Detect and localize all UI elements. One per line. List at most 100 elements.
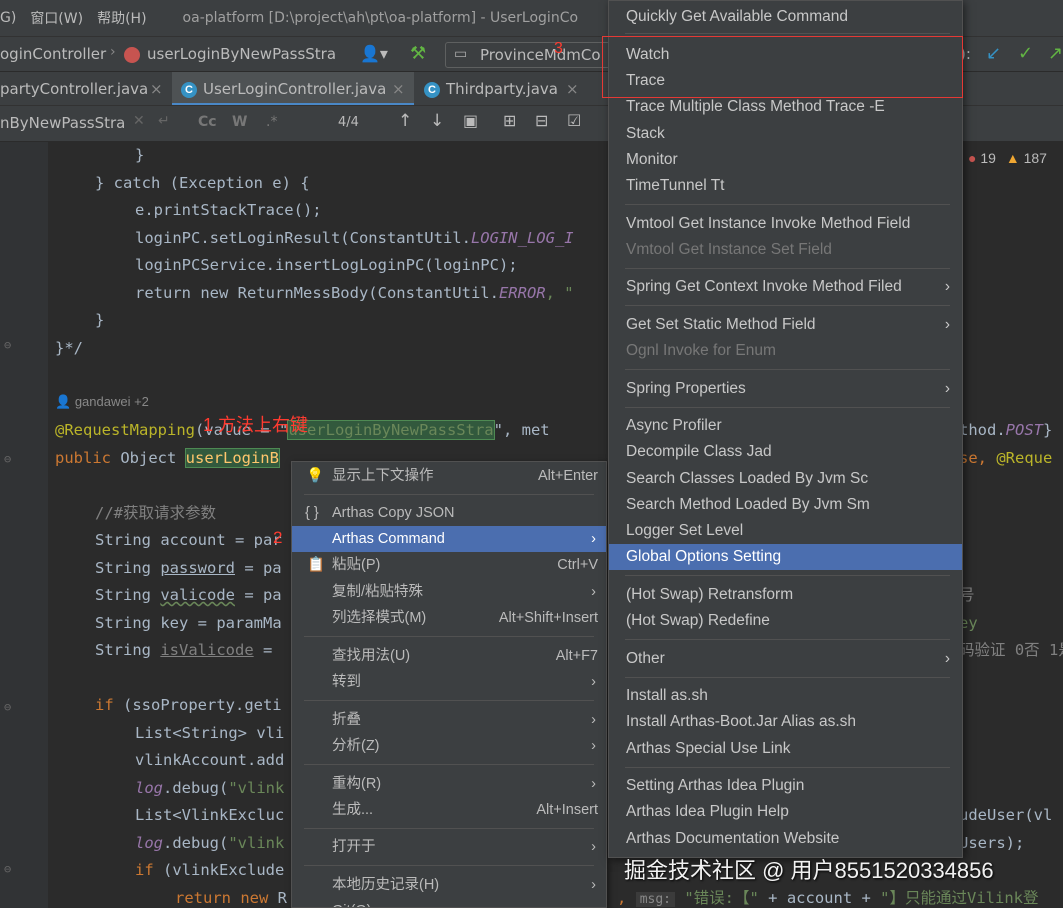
submenu-item-stack[interactable]: Stack — [609, 121, 962, 147]
code-line-bottom: , msg: "错误:【" + account + "】只能通过Vilink登 — [617, 889, 1039, 907]
submenu-item-quickly-get-command[interactable]: Quickly Get Available Command — [609, 4, 962, 30]
arrow-up-icon[interactable]: ↑ — [398, 111, 412, 131]
submenu-item-monitor[interactable]: Monitor — [609, 147, 962, 173]
lightbulb-icon: 💡 — [306, 468, 325, 484]
submenu-item-spring-properties[interactable]: Spring Properties › — [609, 376, 962, 402]
filter-icon[interactable]: ☑ — [567, 111, 581, 130]
code-line: } catch (Exception e) { — [95, 174, 310, 192]
code-line: List<VlinkExcluc — [135, 806, 285, 824]
user-icon[interactable]: 👤▾ — [360, 44, 388, 63]
code-line-right: udeUser(vl — [959, 806, 1053, 824]
tab-label: UserLoginController.java — [203, 80, 387, 98]
close-icon[interactable]: × — [392, 72, 405, 105]
menu-item-find-usages[interactable]: 查找用法(U) Alt+F7 — [292, 643, 606, 669]
menu-item-git[interactable]: Git(G)› — [292, 898, 606, 907]
submenu-item-special-use-link[interactable]: Arthas Special Use Link — [609, 736, 962, 762]
tab-thirdparty[interactable]: C Thirdparty.java × — [414, 72, 594, 105]
tab-user-login-controller[interactable]: C UserLoginController.java × — [172, 72, 414, 105]
person-icon: 👤 — [55, 394, 75, 409]
vcs-update-icon[interactable]: ↙ — [986, 43, 1001, 64]
submenu-item-install-as[interactable]: Install as.sh — [609, 683, 962, 709]
method-icon — [124, 47, 140, 63]
chevron-right-icon: › — [591, 776, 596, 792]
menu-item-open-in[interactable]: 打开于 › — [292, 834, 606, 860]
add-occurrence-icon[interactable]: ⊞ — [503, 111, 516, 130]
submenu-item-global-options[interactable]: Global Options Setting — [609, 544, 962, 570]
submenu-item-vmtool-set-field: Vmtool Get Instance Set Field — [626, 241, 832, 258]
fold-icon[interactable]: ⊖ — [4, 338, 11, 352]
match-case-toggle[interactable]: Cc — [198, 114, 217, 130]
close-icon[interactable]: × — [566, 72, 579, 105]
code-line: return new ReturnMessBody(ConstantUtil.E… — [135, 284, 574, 302]
warning-icon: ▲ — [1005, 150, 1020, 166]
menu-item-paste[interactable]: 📋 粘贴(P) Ctrl+V — [292, 552, 606, 578]
submenu-item-search-classes[interactable]: Search Classes Loaded By Jvm Sc — [609, 466, 962, 492]
menu-item-window[interactable]: 窗口(W) — [30, 8, 83, 28]
submenu-item-documentation[interactable]: Arthas Documentation Website — [609, 826, 962, 852]
fold-icon[interactable]: ⊖ — [4, 700, 11, 714]
annotation-step2: 2 — [273, 528, 283, 547]
chevron-right-icon: › — [591, 584, 596, 600]
vcs-push-icon[interactable]: ↗ — [1048, 43, 1063, 64]
submenu-item-vmtool-invoke[interactable]: Vmtool Get Instance Invoke Method Field — [609, 211, 962, 237]
menu-item-paste-special[interactable]: 复制/粘贴特殊 › — [292, 579, 606, 605]
menu-item-g[interactable]: G) — [0, 10, 16, 26]
hammer-icon[interactable]: ⚒ — [410, 43, 426, 64]
menu-item-column-selection[interactable]: 列选择模式(M) Alt+Shift+Insert — [292, 605, 606, 631]
error-count: 19 — [980, 150, 996, 166]
menu-item-help[interactable]: 帮助(H) — [97, 8, 146, 28]
menu-item-folding[interactable]: 折叠 › — [292, 707, 606, 733]
find-input[interactable]: nByNewPassStra — [0, 114, 125, 132]
tab-party-controller[interactable]: partyController.java × — [0, 72, 172, 105]
submenu-item-plugin-help[interactable]: Arthas Idea Plugin Help — [609, 799, 962, 825]
arrow-down-icon[interactable]: ↓ — [430, 111, 444, 131]
submenu-item-search-method[interactable]: Search Method Loaded By Jvm Sm — [609, 492, 962, 518]
menu-item-analyze[interactable]: 分析(Z) › — [292, 733, 606, 759]
breadcrumb-class[interactable]: oginController — [0, 45, 106, 63]
submenu-item-timetunnel[interactable]: TimeTunnel Tt — [609, 173, 962, 199]
menu-item-arthas-command[interactable]: Arthas Command › — [292, 526, 606, 552]
menu-separator — [304, 636, 594, 637]
fold-icon[interactable]: ⊖ — [4, 862, 11, 876]
submenu-item-decompile-jad[interactable]: Decompile Class Jad — [609, 439, 962, 465]
chevron-right-icon: › — [591, 738, 596, 754]
chevron-right-icon: › — [591, 839, 596, 855]
remove-occurrence-icon[interactable]: ⊟ — [535, 111, 548, 130]
submenu-item-ognl-enum: Ognl Invoke for Enum — [626, 342, 776, 359]
close-icon[interactable]: × — [150, 72, 163, 105]
submenu-item-setting-plugin[interactable]: Setting Arthas Idea Plugin — [609, 773, 962, 799]
clear-icon[interactable]: ✕ — [133, 113, 145, 129]
menu-item-goto[interactable]: 转到 › — [292, 669, 606, 695]
vcs-commit-icon[interactable]: ✓ — [1018, 43, 1033, 64]
chevron-right-icon: › — [591, 531, 596, 547]
run-config-selector[interactable]: ▭ ProvinceMdmCo — [445, 42, 615, 68]
newline-icon[interactable]: ↵ — [158, 113, 170, 129]
submenu-item-redefine[interactable]: (Hot Swap) Redefine — [609, 608, 962, 634]
submenu-item-other[interactable]: Other › — [609, 646, 962, 672]
submenu-item-static-field[interactable]: Get Set Static Method Field › — [609, 312, 962, 338]
submenu-item-install-boot-jar[interactable]: Install Arthas-Boot.Jar Alias as.sh — [609, 709, 962, 735]
fold-icon[interactable]: ⊖ — [4, 452, 11, 466]
code-author-hint[interactable]: 👤 gandawei +2 — [55, 394, 149, 410]
submenu-item-spring-context[interactable]: Spring Get Context Invoke Method Filed › — [609, 274, 962, 300]
submenu-item-retransform[interactable]: (Hot Swap) Retransform — [609, 582, 962, 608]
inspection-widget[interactable]: ● 19 ▲ 187 — [968, 150, 1047, 166]
code-line: if (vlinkExclude — [135, 861, 285, 879]
code-line: log.debug("vlink — [135, 779, 285, 797]
code-line: String key = paramMa — [95, 614, 282, 632]
breadcrumb-method[interactable]: userLoginByNewPassStra — [147, 45, 336, 63]
select-all-icon[interactable]: ▣ — [463, 111, 478, 130]
submenu-item-async-profiler[interactable]: Async Profiler — [609, 413, 962, 439]
menu-separator — [625, 268, 950, 269]
highlight-box — [602, 36, 963, 98]
whole-word-toggle[interactable]: W — [232, 114, 247, 130]
match-count: 4/4 — [338, 115, 359, 130]
menu-item-local-history[interactable]: 本地历史记录(H) › — [292, 872, 606, 898]
menu-item-refactor[interactable]: 重构(R) › — [292, 771, 606, 797]
menu-item-generate[interactable]: 生成... Alt+Insert — [292, 797, 606, 823]
menu-item-arthas-copy-json[interactable]: { } Arthas Copy JSON — [292, 500, 606, 526]
menu-separator — [625, 204, 950, 205]
submenu-item-logger-level[interactable]: Logger Set Level — [609, 518, 962, 544]
regex-toggle[interactable]: .* — [266, 114, 277, 130]
menu-item-show-context-actions[interactable]: 💡 显示上下文操作 Alt+Enter — [292, 463, 606, 489]
